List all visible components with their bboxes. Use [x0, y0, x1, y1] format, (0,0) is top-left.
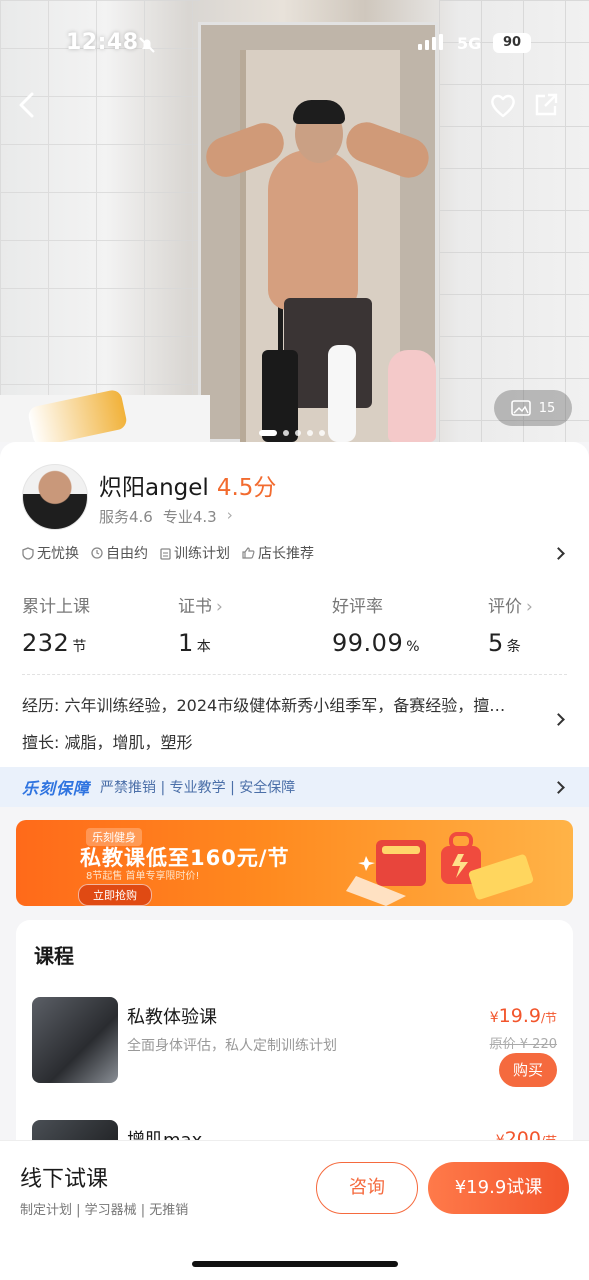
stat-unit: 节: [72, 639, 87, 655]
courses-title: 课程: [34, 944, 74, 968]
coach-profile-card: 炽阳angel 4.5分 服务4.6 专业4.3 › 无忧换 自由约 训练计划 …: [0, 442, 589, 767]
tag-label: 店长推荐: [258, 546, 314, 562]
tag-label: 训练计划: [174, 546, 230, 562]
back-arrow-icon[interactable]: [14, 90, 42, 120]
stat-reviews[interactable]: 评价 › 5条: [488, 592, 533, 657]
carousel-dot: [283, 430, 289, 436]
tag-free-booking: 自由约: [91, 543, 148, 563]
avatar[interactable]: [22, 464, 88, 530]
chevron-right-icon[interactable]: [552, 547, 565, 560]
shield-icon: [22, 546, 34, 560]
course-original-price: 原价 ¥ 220: [489, 1037, 557, 1052]
consult-button[interactable]: 咨询: [316, 1162, 418, 1214]
tag-label: 自由约: [106, 546, 148, 562]
stat-unit: 条: [506, 639, 522, 655]
carousel-dot: [259, 430, 277, 436]
stat-value: 232: [22, 629, 70, 657]
chevron-right-icon: ›: [226, 506, 233, 524]
banner-buy-button[interactable]: 立即抢购: [78, 884, 152, 906]
image-icon: [510, 400, 531, 416]
carousel-dot: [295, 430, 301, 436]
pink-bottle: [388, 350, 436, 442]
clock-icon: [91, 547, 103, 559]
subscores[interactable]: 服务4.6 专业4.3 ›: [99, 506, 233, 527]
stat-unit: 本: [196, 639, 212, 655]
chevron-right-icon: ›: [216, 597, 223, 617]
stat-label: 评价: [488, 597, 522, 617]
thumbs-up-icon: [242, 547, 255, 559]
service-tags[interactable]: 无忧换 自由约 训练计划 店长推荐: [22, 543, 314, 563]
courses-card: 课程 私教体验课 全面身体评估，私人定制训练计划 ¥19.9/节 原价 ¥ 22…: [16, 920, 573, 1160]
stat-unit: %: [406, 639, 421, 655]
torso: [268, 150, 358, 310]
stat-label: 累计上课: [22, 597, 90, 617]
course-thumbnail: [32, 997, 118, 1083]
status-bar: 12:48 5G 90: [0, 28, 589, 64]
stat-classes: 累计上课 232 节: [22, 592, 90, 657]
share-icon[interactable]: [532, 91, 560, 119]
wall-tiles-right: [439, 0, 589, 442]
tag-label: 无忧换: [37, 546, 79, 562]
stat-positive-rate: 好评率 99.09%: [332, 592, 420, 657]
photo-count: 15: [538, 400, 556, 416]
trial-subtitle: 制定计划 | 学习器械 | 无推销: [20, 1203, 189, 1218]
stats-row: 累计上课 232 节 证书 › 1本 好评率 99.09% 评价 › 5条: [22, 592, 567, 662]
chevron-right-icon: ›: [526, 597, 533, 617]
battery-level: 90: [493, 33, 531, 53]
wall-tiles-left: [0, 0, 200, 442]
skills-text: 擅长: 减脂，增肌，塑形: [22, 733, 193, 752]
trial-title: 线下试课: [20, 1167, 109, 1192]
course-price: ¥19.9/节: [490, 1005, 557, 1027]
course-buy-button[interactable]: 购买: [499, 1053, 557, 1087]
heart-icon[interactable]: [489, 92, 517, 120]
tag-worry-free: 无忧换: [22, 543, 79, 563]
carousel-dot: [307, 430, 313, 436]
stat-value: 5: [488, 629, 504, 657]
course-name: 私教体验课: [127, 1007, 217, 1028]
stat-value: 1: [178, 629, 194, 657]
stat-label: 好评率: [332, 597, 383, 617]
clipboard-icon: [160, 547, 171, 560]
hero-photo[interactable]: 12:48 5G 90 15: [0, 0, 589, 442]
service-score: 服务4.6: [99, 508, 153, 526]
white-bottle: [328, 345, 356, 442]
photo-count-badge[interactable]: 15: [494, 390, 572, 426]
guarantee-bar[interactable]: 乐刻保障 严禁推销 | 专业教学 | 安全保障: [0, 767, 589, 807]
hair: [293, 100, 345, 124]
stat-label: 证书: [178, 597, 212, 617]
status-time: 12:48: [66, 30, 139, 55]
pro-score: 专业4.3: [162, 508, 217, 526]
coach-name: 炽阳angel: [99, 475, 209, 501]
name-row: 炽阳angel 4.5分: [99, 468, 276, 502]
gift-illustration: [346, 832, 534, 906]
carousel-dot: [319, 430, 325, 436]
banner-subtitle: 8节起售 首单专享限时价!: [86, 871, 200, 882]
trial-buy-button[interactable]: ¥19.9试课: [428, 1162, 569, 1214]
divider: [22, 674, 567, 675]
currency: ¥: [489, 1010, 499, 1026]
home-indicator[interactable]: [192, 1261, 398, 1267]
coach-score: 4.5分: [216, 475, 277, 501]
chevron-right-icon[interactable]: [552, 713, 565, 726]
stat-certificates[interactable]: 证书 › 1本: [178, 592, 223, 657]
promo-banner[interactable]: 乐刻健身 私教课低至160元/节 8节起售 首单专享限时价! 立即抢购: [16, 820, 573, 906]
guarantee-items: 严禁推销 | 专业教学 | 安全保障: [100, 780, 296, 796]
tag-manager-pick: 店长推荐: [242, 543, 314, 563]
carousel-dots: [259, 430, 325, 436]
bottom-action-bar: 线下试课 制定计划 | 学习器械 | 无推销 咨询 ¥19.9试课: [0, 1140, 589, 1280]
black-bottle: [262, 350, 298, 442]
stat-value: 99.09: [332, 629, 404, 657]
price-value: 19.9: [498, 1005, 541, 1027]
course-item[interactable]: 私教体验课 全面身体评估，私人定制训练计划 ¥19.9/节 原价 ¥ 220 购…: [32, 997, 557, 1087]
chevron-right-icon: [552, 781, 565, 794]
tag-training-plan: 训练计划: [160, 543, 230, 563]
mute-bell-icon: [139, 37, 155, 53]
course-desc: 全面身体评估，私人定制训练计划: [127, 1038, 337, 1054]
experience-text[interactable]: 经历: 六年训练经验，2024市级健体新秀小组季军，备赛经验，擅…: [22, 692, 542, 716]
network-type: 5G: [457, 34, 482, 53]
guarantee-brand: 乐刻保障: [22, 779, 91, 798]
price-unit: /节: [540, 1011, 557, 1025]
